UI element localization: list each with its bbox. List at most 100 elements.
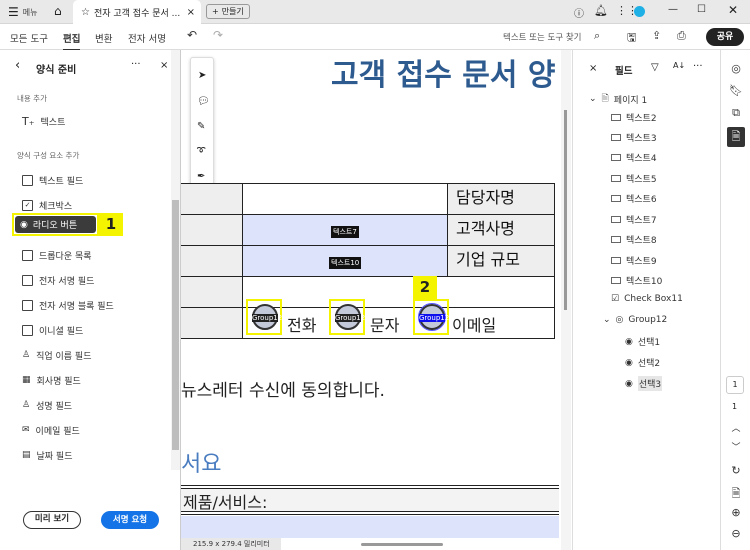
zoom-out-icon[interactable]: ⊖ bbox=[729, 527, 743, 540]
comment-icon[interactable]: 💬︎ bbox=[197, 96, 210, 107]
tab-all-tools[interactable]: 모든 도구 bbox=[10, 31, 48, 45]
search-tools[interactable]: 텍스트 또는 도구 찾기 bbox=[503, 31, 582, 43]
minimize-icon[interactable]: — bbox=[668, 4, 678, 15]
item-esign-field[interactable]: 전자 서명 필드 bbox=[22, 272, 94, 288]
item-esign-block[interactable]: 전자 서명 블록 필드 bbox=[22, 297, 114, 313]
table-cell bbox=[181, 214, 243, 246]
field-item[interactable]: 텍스트6 bbox=[611, 192, 657, 205]
rotate-icon[interactable]: ↻ bbox=[729, 464, 743, 477]
avatar[interactable] bbox=[634, 6, 645, 17]
share-button[interactable]: 공유 bbox=[706, 28, 744, 46]
radio-button-email-selected[interactable]: Group12 bbox=[413, 299, 449, 335]
item-initials[interactable]: 이니셜 필드 bbox=[22, 322, 83, 338]
add-text-item[interactable]: T₊ 텍스트 bbox=[22, 113, 65, 129]
tab-convert[interactable]: 변환 bbox=[95, 31, 112, 45]
back-icon[interactable]: ‹ bbox=[15, 58, 20, 73]
field-item[interactable]: 텍스트2 bbox=[611, 111, 657, 124]
create-button[interactable]: + 만들기 bbox=[206, 4, 250, 19]
tree-label: 페이지 1 bbox=[613, 95, 648, 106]
close-window-icon[interactable]: ✕ bbox=[728, 3, 738, 17]
home-icon[interactable]: ⌂ bbox=[54, 4, 62, 18]
help-icon[interactable]: ⓘ bbox=[574, 5, 584, 20]
star-icon[interactable]: ☆ bbox=[81, 7, 90, 18]
chevron-down-icon[interactable]: ﹀ bbox=[729, 440, 743, 453]
field-item[interactable]: 텍스트7 bbox=[611, 213, 657, 226]
upload-cloud-icon[interactable]: ⇪ bbox=[652, 29, 661, 42]
preview-button[interactable]: 미리 보기 bbox=[23, 511, 81, 529]
choice-item-selected[interactable]: ◉ 선택3 bbox=[625, 376, 663, 391]
text-field-icon bbox=[611, 195, 621, 202]
item-checkbox[interactable]: ✓ 체크박스 bbox=[22, 197, 72, 213]
page-fit-icon[interactable]: 🗎︎ bbox=[729, 485, 743, 504]
page-number-input[interactable]: 1 bbox=[726, 376, 744, 394]
tab-esign[interactable]: 전자 서명 bbox=[128, 31, 166, 45]
field-item[interactable]: 텍스트4 bbox=[611, 151, 657, 164]
item-date[interactable]: ▤ 날짜 필드 bbox=[22, 447, 73, 463]
close-tab-icon[interactable]: × bbox=[187, 7, 195, 18]
tree-page-1[interactable]: ⌄ 🗎︎ 페이지 1 bbox=[589, 91, 647, 107]
vertical-scrollbar[interactable] bbox=[561, 50, 571, 550]
text-field-icon bbox=[611, 277, 621, 284]
choice-item[interactable]: ◉ 선택2 bbox=[625, 356, 660, 370]
redo-icon[interactable]: ↷ bbox=[213, 28, 223, 42]
tab-document[interactable]: ☆ 전자 고객 접수 문서 ... × bbox=[73, 0, 201, 24]
item-text-field[interactable]: 텍스트 필드 bbox=[22, 172, 83, 188]
bookmark-icon[interactable]: 🔖︎ bbox=[729, 84, 743, 97]
chevron-down-icon: ⌄ bbox=[603, 315, 611, 325]
text-field-10[interactable]: 텍스트10 bbox=[242, 245, 448, 277]
item-full-name[interactable]: ♙ 성명 필드 bbox=[22, 397, 72, 413]
sign-pen-icon[interactable]: ✒ bbox=[197, 171, 205, 182]
panel-scrollbar[interactable] bbox=[171, 50, 180, 470]
item-job-title[interactable]: ♙ 직업 이름 필드 bbox=[22, 347, 91, 363]
horizontal-scrollbar[interactable] bbox=[361, 543, 443, 546]
text-field-7[interactable]: 텍스트7 bbox=[242, 214, 448, 246]
newsletter-consent-text: 뉴스레터 수신에 동의합니다. bbox=[181, 381, 385, 401]
filter-icon[interactable]: ▽ bbox=[651, 62, 659, 73]
zoom-in-icon[interactable]: ⊕ bbox=[729, 506, 743, 519]
item-label: 이니셜 필드 bbox=[39, 326, 84, 337]
item-label: 드롭다운 목록 bbox=[39, 251, 92, 262]
select-arrow-icon[interactable]: ➤ bbox=[198, 70, 206, 81]
undo-icon[interactable]: ↶ bbox=[187, 28, 197, 42]
search-icon[interactable]: ⌕ bbox=[594, 29, 600, 43]
item-company[interactable]: ▦ 회사명 필드 bbox=[22, 372, 81, 388]
sort-az-icon[interactable]: A↓ bbox=[673, 61, 685, 70]
field-item[interactable]: 텍스트10 bbox=[611, 274, 662, 287]
field-item[interactable]: 텍스트3 bbox=[611, 131, 657, 144]
field-checkbox-item[interactable]: ☑ Check Box11 bbox=[611, 294, 683, 304]
lasso-icon[interactable]: ➰︎ bbox=[197, 146, 205, 157]
field-item[interactable]: 텍스트5 bbox=[611, 172, 657, 185]
pen-icon[interactable]: ✎ bbox=[197, 121, 205, 132]
bell-icon[interactable]: 🔔︎ bbox=[594, 4, 608, 17]
products-field[interactable] bbox=[181, 516, 559, 538]
item-dropdown[interactable]: 드롭다운 목록 bbox=[22, 247, 92, 263]
radio-button-sms[interactable]: Group12 bbox=[329, 299, 365, 335]
fields-panel-icon[interactable]: 🗎︎ bbox=[727, 127, 745, 147]
right-rail: ◎ 🔖︎ ⧉ 🗎︎ 1 1 ︿ ﹀ ↻ 🗎︎ ⊕ ⊖ bbox=[720, 50, 750, 550]
radio-button-phone[interactable]: Group12 bbox=[246, 299, 282, 335]
request-signature-button[interactable]: 서명 요청 bbox=[101, 511, 159, 529]
more-icon[interactable]: ··· bbox=[693, 61, 703, 72]
item-email[interactable]: ✉ 이메일 필드 bbox=[22, 422, 80, 438]
print-icon[interactable]: ⎙ bbox=[677, 29, 686, 43]
save-icon[interactable]: 🖫 bbox=[627, 29, 636, 48]
maximize-icon[interactable]: ☐ bbox=[697, 4, 706, 15]
document-canvas[interactable]: 고객 접수 문서 양 ➤ 💬︎ ✎ ➰︎ ✒ ··· 담당자명 텍스트7 고객사… bbox=[181, 50, 571, 550]
more-options-icon[interactable]: ··· bbox=[131, 59, 141, 70]
chevron-up-icon[interactable]: ︿ bbox=[729, 421, 743, 434]
menu-button[interactable]: ☰ 메뉴 bbox=[8, 5, 38, 19]
field-item[interactable]: 텍스트8 bbox=[611, 233, 657, 246]
choice-item[interactable]: ◉ 선택1 bbox=[625, 335, 660, 349]
tab-edit[interactable]: 편집 bbox=[63, 31, 81, 51]
tree-label: 텍스트8 bbox=[626, 236, 657, 246]
comment-panel-icon[interactable]: ◎ bbox=[729, 62, 743, 75]
field-group-item[interactable]: ⌄ ◎ Group12 bbox=[603, 315, 667, 325]
checkbox-icon: ✓ bbox=[22, 199, 33, 211]
pages-icon[interactable]: ⧉ bbox=[729, 106, 743, 120]
field-item[interactable]: 텍스트9 bbox=[611, 254, 657, 267]
tree-label: 텍스트7 bbox=[626, 216, 657, 226]
close-fields-icon[interactable]: × bbox=[589, 63, 597, 74]
item-radio-button[interactable]: ◉ 라디오 버튼 bbox=[15, 216, 96, 233]
title-bar: ☰ 메뉴 ⌂ ☆ 전자 고객 접수 문서 ... × + 만들기 ⓘ 🔔︎ ⋮⋮ … bbox=[0, 0, 750, 24]
close-panel-icon[interactable]: × bbox=[160, 60, 168, 71]
